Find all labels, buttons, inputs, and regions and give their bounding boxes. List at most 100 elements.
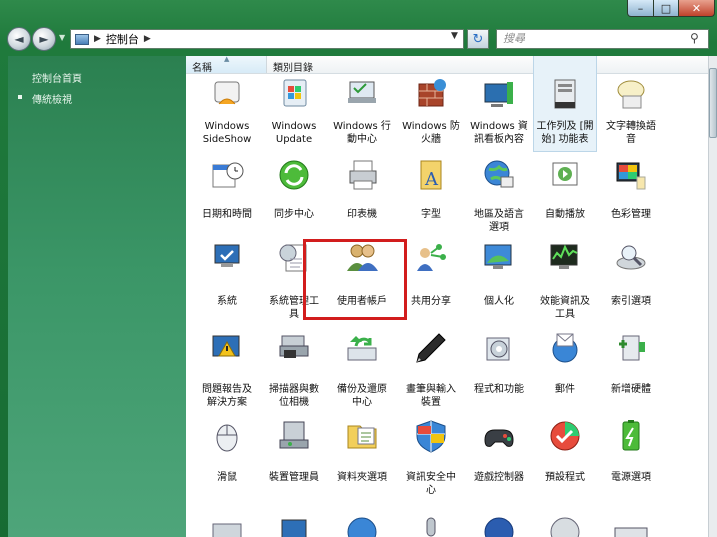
classic-view-link[interactable]: 傳統檢視 <box>32 91 72 106</box>
column-header: ▲ 名稱 類別目錄 <box>186 56 708 74</box>
performance-icon[interactable] <box>547 239 583 275</box>
sidebar-icon[interactable] <box>481 76 517 112</box>
control-panel-item-label[interactable]: 索引選項 <box>597 295 665 308</box>
control-panel-item-label[interactable]: 預設程式 <box>531 471 599 484</box>
search-icon[interactable]: ⚲ <box>690 31 699 45</box>
taskbar-icon[interactable] <box>547 76 583 112</box>
control-panel-item-label[interactable]: 共用分享 <box>397 295 465 308</box>
internet-icon[interactable] <box>344 514 380 537</box>
control-panel-item-label[interactable]: 裝置管理員 <box>260 471 328 484</box>
game-controller-icon[interactable] <box>481 418 517 454</box>
text-to-speech-icon[interactable] <box>613 76 649 112</box>
control-panel-item-label[interactable]: 同步中心 <box>260 208 328 221</box>
forward-button[interactable]: ► <box>32 27 56 51</box>
control-panel-item-label[interactable]: 文字轉換語音 <box>597 120 665 146</box>
address-bar[interactable]: ▶ 控制台 ▶ <box>70 29 464 49</box>
pen-input-icon[interactable] <box>413 330 449 366</box>
control-panel-folder-icon <box>75 33 89 45</box>
vertical-scrollbar[interactable] <box>708 56 717 537</box>
address-dropdown-icon[interactable]: ▼ <box>451 31 458 41</box>
recent-pages-dropdown[interactable]: ▼ <box>59 33 65 42</box>
region-language-icon[interactable] <box>481 157 517 193</box>
color-management-icon[interactable] <box>613 157 649 193</box>
control-panel-item-label[interactable]: 資料夾選項 <box>328 471 396 484</box>
maximize-button[interactable]: □ <box>653 0 679 17</box>
breadcrumb-separator-icon[interactable]: ▶ <box>144 34 151 44</box>
control-panel-item-label[interactable]: 效能資訊及 工具 <box>531 295 599 321</box>
autoplay-icon[interactable] <box>547 157 583 193</box>
control-panel-item-label[interactable]: 新增硬體 <box>597 383 665 396</box>
windows-update-icon[interactable] <box>276 76 312 112</box>
security-center-icon[interactable] <box>413 418 449 454</box>
sync-center-icon[interactable] <box>276 157 312 193</box>
problem-reports-icon[interactable] <box>209 330 245 366</box>
control-panel-item-label[interactable]: 系統 <box>193 295 261 308</box>
control-panel-item-label[interactable]: 印表機 <box>328 208 396 221</box>
minimize-button[interactable]: – <box>627 0 654 17</box>
mail-icon[interactable] <box>547 330 583 366</box>
category-column-header[interactable]: 類別目錄 <box>273 59 313 74</box>
keyboard-icon[interactable] <box>613 514 649 537</box>
column-divider[interactable] <box>266 56 267 73</box>
default-programs-icon[interactable] <box>547 418 583 454</box>
control-panel-item-label[interactable]: 字型 <box>397 208 465 221</box>
backup-icon[interactable] <box>344 330 380 366</box>
control-panel-item-label[interactable]: 電源選項 <box>597 471 665 484</box>
control-panel-item-label[interactable]: 掃描器與數 位相機 <box>260 383 328 409</box>
breadcrumb-separator-icon[interactable]: ▶ <box>94 34 101 44</box>
power-options-icon[interactable] <box>613 418 649 454</box>
control-panel-item-label[interactable]: 資訊安全中心 <box>397 471 465 497</box>
mobility-center-icon[interactable] <box>344 76 380 112</box>
date-time-icon[interactable] <box>209 157 245 193</box>
control-panel-item-label[interactable]: Windows 防火牆 <box>397 120 465 146</box>
control-panel-item-label[interactable]: 郵件 <box>531 383 599 396</box>
firewall-icon[interactable] <box>413 76 449 112</box>
highlight-box <box>303 239 407 320</box>
back-button[interactable]: ◄ <box>7 27 31 51</box>
control-panel-item-label[interactable]: 色彩管理 <box>597 208 665 221</box>
search-input[interactable]: 搜尋 <box>496 29 709 49</box>
folder-options-icon[interactable] <box>344 418 380 454</box>
control-panel-item-label[interactable]: 問題報告及 解決方案 <box>193 383 261 409</box>
bluetooth-icon[interactable] <box>481 514 517 537</box>
control-panel-item-label[interactable]: 畫筆與輸入 裝置 <box>397 383 465 409</box>
control-panel-item-label[interactable]: 日期和時間 <box>193 208 261 221</box>
close-button[interactable]: ✕ <box>678 0 715 17</box>
programs-icon[interactable] <box>481 330 517 366</box>
breadcrumb-control-panel[interactable]: 控制台 <box>106 31 139 47</box>
sharing-icon[interactable] <box>413 239 449 275</box>
close-icon: ✕ <box>691 1 702 15</box>
control-panel-window: – □ ✕ ◄ ► ▼ ▶ 控制台 ▶ ▼ ↻ 搜尋 ⚲ 控制台首頁 傳統檢視 … <box>0 0 717 537</box>
printer-icon[interactable] <box>344 157 380 193</box>
control-panel-item-label[interactable]: Windows Update <box>260 120 328 146</box>
control-panel-item-label[interactable]: Windows 資訊看板內容 <box>465 120 533 146</box>
control-panel-item-label[interactable]: 地區及語言 選項 <box>465 208 533 234</box>
fonts-icon[interactable]: A <box>413 157 449 193</box>
device-manager-icon[interactable] <box>276 418 312 454</box>
personalization-icon[interactable] <box>481 239 517 275</box>
control-panel-item-label[interactable]: 程式和功能 <box>465 383 533 396</box>
control-panel-item-label[interactable]: 遊戲控制器 <box>465 471 533 484</box>
back-arrow-icon: ◄ <box>14 32 24 46</box>
control-panel-item-label[interactable]: 備份及還原 中心 <box>328 383 396 409</box>
control-panel-item-label[interactable]: Windows SideShow <box>193 120 261 146</box>
sideshow-icon[interactable] <box>209 76 245 112</box>
control-panel-item-label[interactable]: 工作列及 [開 始] 功能表 <box>531 120 599 146</box>
add-hardware-icon[interactable] <box>613 330 649 366</box>
system-icon[interactable] <box>209 239 245 275</box>
speech-icon[interactable] <box>413 514 449 537</box>
phone-modem-icon[interactable] <box>209 514 245 537</box>
name-column-label[interactable]: 名稱 <box>192 59 212 74</box>
control-panel-item-label[interactable]: 個人化 <box>465 295 533 308</box>
sound-icon[interactable] <box>547 514 583 537</box>
scrollbar-thumb[interactable] <box>709 68 717 138</box>
network-icon[interactable] <box>276 514 312 537</box>
control-panel-item-label[interactable]: 自動播放 <box>531 208 599 221</box>
control-panel-item-label[interactable]: 滑鼠 <box>193 471 261 484</box>
control-panel-item-label[interactable]: Windows 行動中心 <box>328 120 396 146</box>
mouse-icon[interactable] <box>209 418 245 454</box>
refresh-button[interactable]: ↻ <box>467 29 489 49</box>
control-panel-home-link[interactable]: 控制台首頁 <box>32 70 82 85</box>
scanner-icon[interactable] <box>276 330 312 366</box>
indexing-icon[interactable] <box>613 239 649 275</box>
